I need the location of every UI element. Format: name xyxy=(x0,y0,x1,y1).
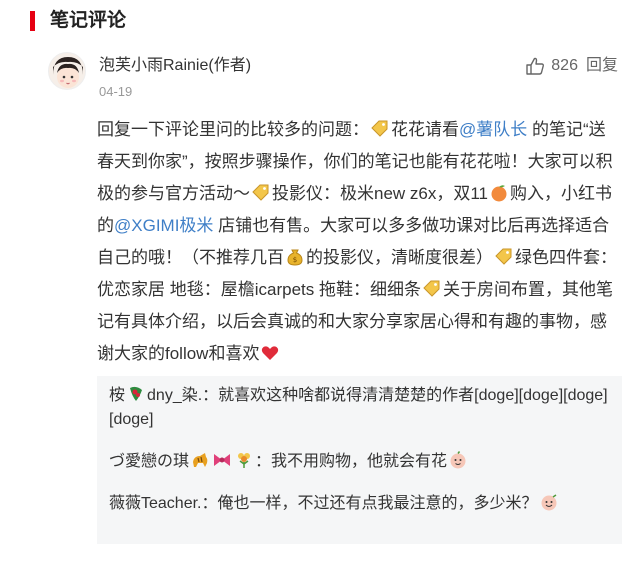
svg-text:$: $ xyxy=(293,256,297,264)
comment-text-part: 回复一下评论里问的比较多的问题： xyxy=(97,120,369,139)
comment-body: 回复一下评论里问的比较多的问题： 花花请看@薯队长 的笔记“送春天到你家”，按照步… xyxy=(97,114,622,370)
comment-text-part: 花花请看 xyxy=(391,120,459,139)
tag-icon xyxy=(494,246,514,266)
tag-icon xyxy=(251,182,271,202)
mention-link[interactable]: @薯队长 xyxy=(459,120,527,139)
tag-icon xyxy=(370,118,390,138)
reply-text: ：我不用购物，他就会有花 xyxy=(255,453,448,470)
smile-icon xyxy=(448,450,468,470)
comment-date: 04-19 xyxy=(99,84,133,99)
smile-icon xyxy=(539,492,559,512)
reply-text: ：俺也一样，不过还有点我最注意的，多少米？ xyxy=(201,495,538,512)
reply-author[interactable]: 桉 dny_染. xyxy=(109,384,202,404)
reply-author[interactable]: 薇薇Teacher. xyxy=(109,495,202,512)
reply-item[interactable]: づ愛戀の琪 ：我不用购物，他就会有花 xyxy=(109,450,610,474)
heart-icon xyxy=(260,342,280,362)
reply-button[interactable]: 回复 xyxy=(586,55,618,77)
author-name[interactable]: 泡芙小雨Rainie(作者) xyxy=(99,55,251,77)
tag-icon xyxy=(422,278,442,298)
comment-text-part: 的投影仪，清晰度很差） xyxy=(306,248,493,267)
reply-item[interactable]: 桉 dny_染.：就喜欢这种啥都说得清清楚楚的作者[doge][doge][dog… xyxy=(109,384,610,432)
section-title: 笔记评论 xyxy=(50,10,127,31)
like-count: 826 xyxy=(551,57,578,74)
peach-icon xyxy=(489,182,509,202)
mention-link[interactable]: @XGIMI极米 xyxy=(114,216,213,235)
reply-author[interactable]: づ愛戀の琪 xyxy=(109,453,189,470)
bouquet-icon xyxy=(126,384,146,404)
section-accent-bar xyxy=(30,11,35,31)
comment-actions: 826 回复 xyxy=(525,55,618,77)
money-bag-icon: $ xyxy=(285,246,305,266)
tiger-icon xyxy=(190,450,210,470)
reply-item[interactable]: 薇薇Teacher.：俺也一样，不过还有点我最注意的，多少米？ xyxy=(109,492,610,516)
section-header: 笔记评论 xyxy=(0,0,640,40)
bow-icon xyxy=(212,450,232,470)
reply-list: 桉 dny_染.：就喜欢这种啥都说得清清楚楚的作者[doge][doge][dog… xyxy=(97,376,622,544)
bouquet-icon xyxy=(234,450,254,470)
avatar[interactable] xyxy=(48,52,86,90)
comment-text-part: 投影仪：极米new z6x，双11 xyxy=(272,184,489,203)
thumbs-up-icon[interactable] xyxy=(525,56,545,76)
